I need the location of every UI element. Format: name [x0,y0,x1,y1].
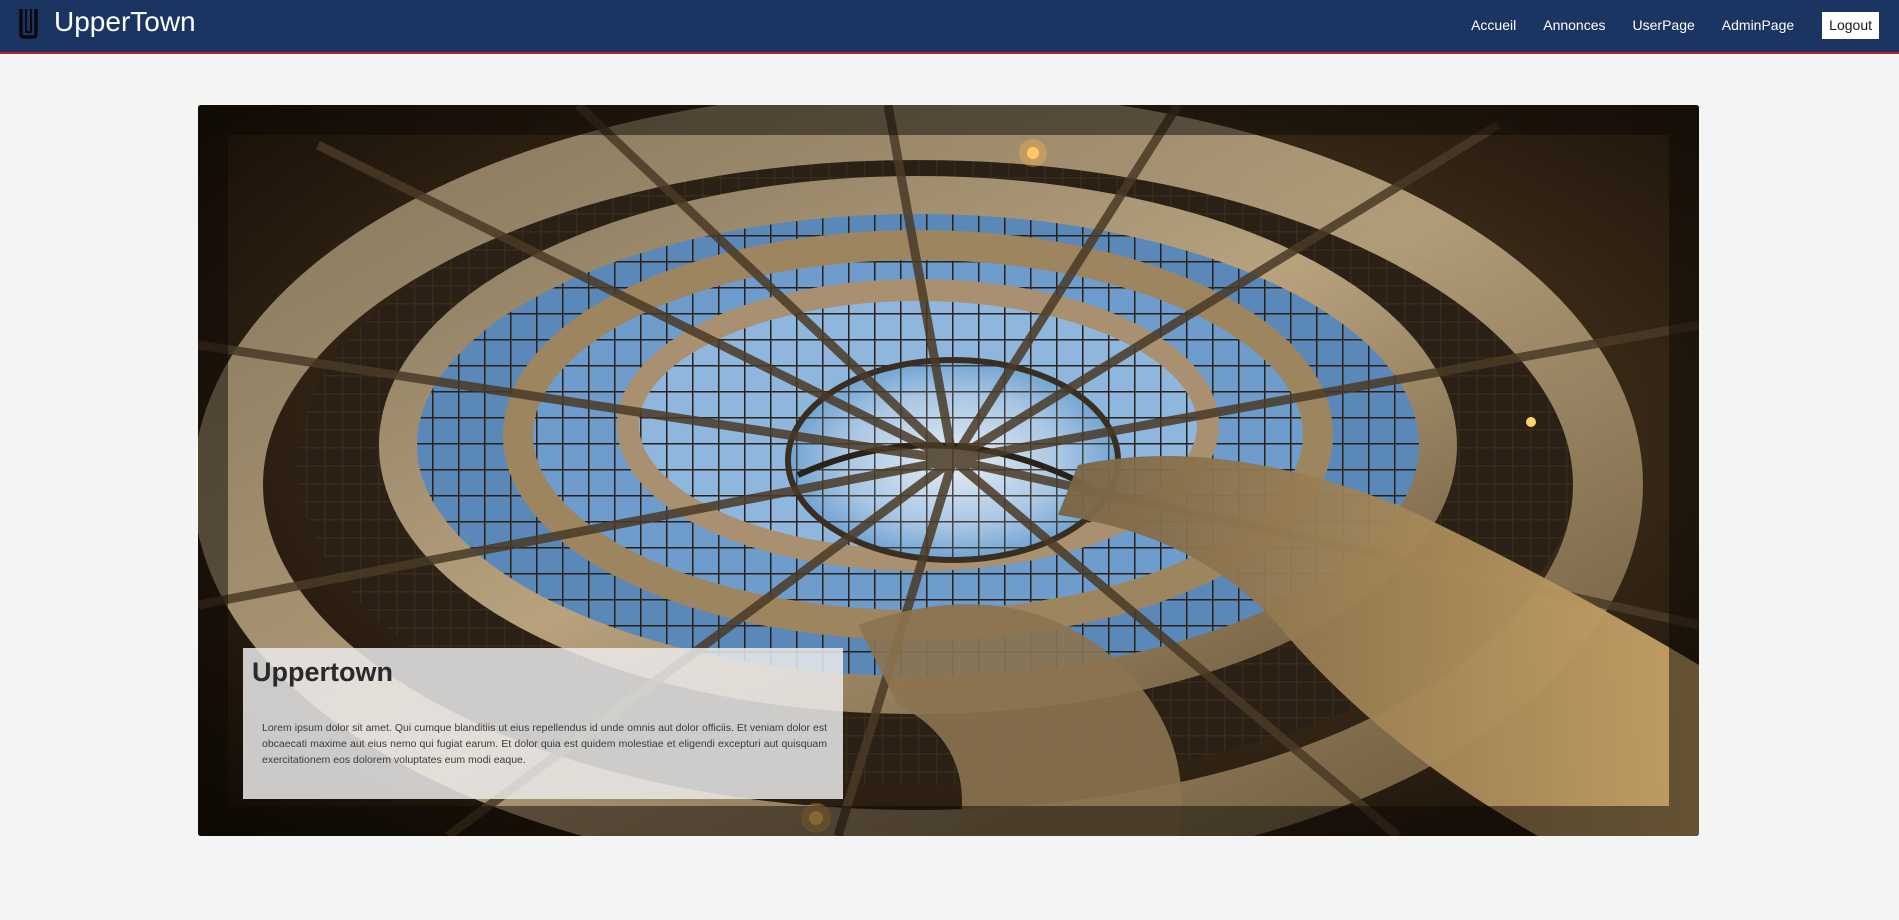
nav-link-annonces[interactable]: Annonces [1543,12,1605,39]
hero-carousel: Uppertown Lorem ipsum dolor sit amet. Qu… [198,105,1699,836]
nav-link-adminpage[interactable]: AdminPage [1722,12,1794,39]
nav-link-userpage[interactable]: UserPage [1633,12,1695,39]
top-navbar: UpperTown Accueil Annonces UserPage Admi… [0,0,1899,54]
u-letter-logo-icon[interactable] [18,8,39,39]
logout-button[interactable]: Logout [1822,12,1879,39]
hero-caption-card: Uppertown Lorem ipsum dolor sit amet. Qu… [243,648,843,799]
nav-link-accueil[interactable]: Accueil [1471,12,1516,39]
hero-caption-title: Uppertown [252,657,393,687]
brand-name[interactable]: UpperTown [54,5,196,39]
nav-links: Accueil Annonces UserPage AdminPage Logo… [1471,12,1879,39]
hero-caption-body: Lorem ipsum dolor sit amet. Qui cumque b… [262,722,827,766]
